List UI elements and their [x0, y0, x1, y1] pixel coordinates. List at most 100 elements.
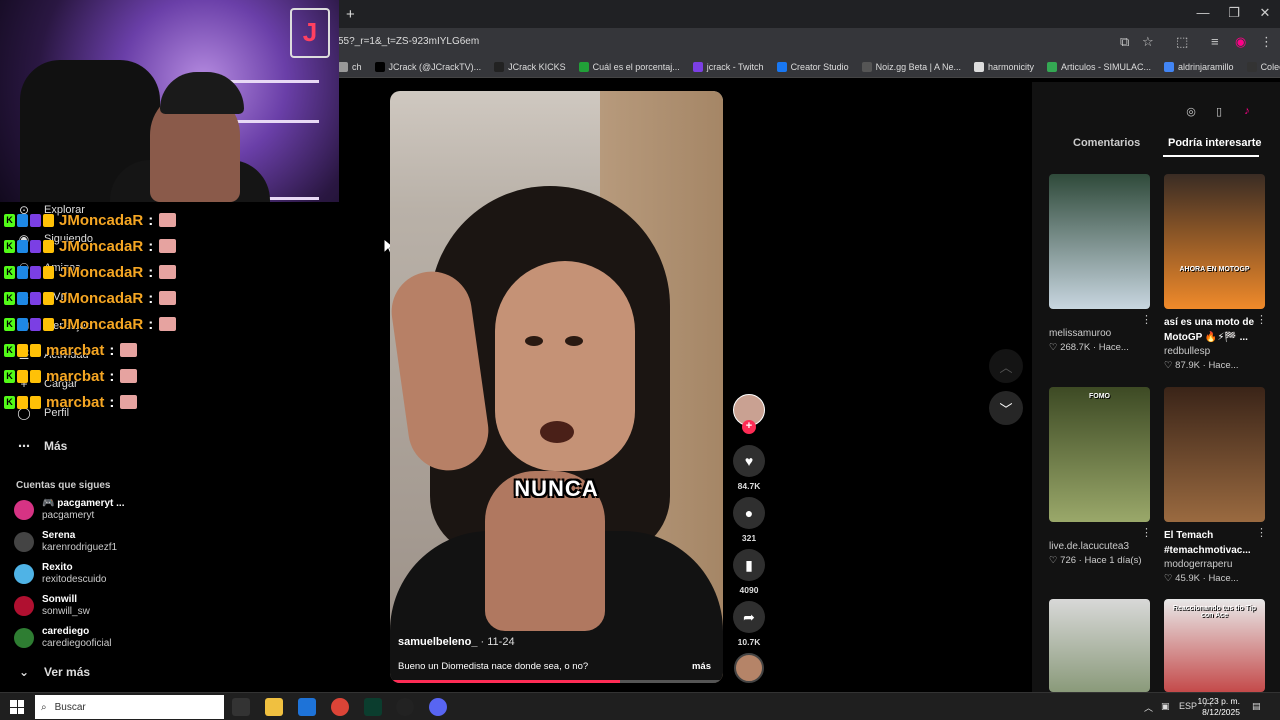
- bookmark-item[interactable]: jcrack - Twitch: [692, 61, 764, 72]
- autoscroll-icon[interactable]: ◎: [1182, 102, 1200, 120]
- recommended-video-thumbnail[interactable]: Reaccionando tus tio Tip con Ace: [1164, 599, 1265, 692]
- see-more-button[interactable]: ⌄ Ver más: [16, 664, 90, 680]
- bookmark-item[interactable]: JCrack (@JCrackTV)...: [374, 61, 481, 72]
- network-icon[interactable]: ▣: [1161, 701, 1170, 712]
- video-player[interactable]: NUNCA samuelbeleno_ · 11-24 Bueno un Dio…: [390, 91, 723, 683]
- language-indicator[interactable]: ESP: [1179, 701, 1197, 711]
- chat-message: Kmarcbat:: [4, 367, 138, 385]
- followed-account[interactable]: 🎮 pacgameryt ... pacgameryt: [14, 498, 124, 522]
- video-time: Hace 1 día(s): [1084, 555, 1142, 566]
- account-text: Serena karenrodriguezf1: [42, 530, 117, 554]
- phone-icon[interactable]: ▯: [1210, 102, 1228, 120]
- avatar[interactable]: [14, 596, 34, 616]
- next-video-button[interactable]: ﹀: [989, 391, 1023, 425]
- recommended-video-thumbnail[interactable]: [1164, 387, 1265, 522]
- tab-recommended[interactable]: Podría interesarte: [1168, 137, 1262, 149]
- restore-button[interactable]: ❐: [1219, 5, 1249, 21]
- taskbar-search[interactable]: ⌕ Buscar: [35, 695, 224, 719]
- like-action[interactable]: ♥ 84.7K: [733, 445, 765, 491]
- minimize-button[interactable]: —: [1188, 5, 1218, 20]
- url-field[interactable]: 55?_r=1&_t=ZS-923mIYLG6em: [338, 36, 479, 47]
- chat-message: K JMoncadaR:: [4, 263, 177, 281]
- vip-badge-icon: [30, 317, 41, 331]
- task-view-icon[interactable]: [232, 698, 250, 716]
- bookmark-star-icon[interactable]: ☆: [1142, 34, 1154, 50]
- media-icon[interactable]: ≡: [1211, 34, 1219, 49]
- bookmark-item[interactable]: Cuál es el porcentaj...: [578, 61, 680, 72]
- outlook-icon[interactable]: [298, 698, 316, 716]
- followed-account[interactable]: carediego carediegooficial: [14, 626, 112, 650]
- bookmark-item[interactable]: Creator Studio: [776, 61, 849, 72]
- emote-icon: [120, 343, 138, 357]
- bookmark-item[interactable]: Articulos - SIMULAC...: [1047, 61, 1151, 72]
- bookmark-item[interactable]: aldrinjaramillo: [1164, 61, 1234, 72]
- file-explorer-icon[interactable]: [265, 698, 283, 716]
- clock[interactable]: 10:23 p. m. 8/12/2025: [1197, 696, 1240, 718]
- avatar[interactable]: [14, 500, 34, 520]
- share-action[interactable]: ➦ 10.7K: [733, 601, 765, 647]
- video-author[interactable]: redbullesp: [1164, 345, 1265, 359]
- tiktok-logo-icon[interactable]: ♪: [1238, 102, 1256, 120]
- comment-icon[interactable]: ●: [733, 497, 765, 529]
- author-name[interactable]: samuelbeleno_: [398, 636, 477, 648]
- obs-icon[interactable]: [396, 698, 414, 716]
- more-button[interactable]: ⋯ Más: [16, 438, 67, 454]
- heart-icon[interactable]: ♥: [733, 445, 765, 477]
- avatar[interactable]: [14, 564, 34, 584]
- bookmark-item[interactable]: ch: [338, 61, 362, 72]
- share-icon[interactable]: ➦: [733, 601, 765, 633]
- more-options-icon[interactable]: ⋮: [1141, 313, 1152, 326]
- video-author[interactable]: samuelbeleno_ · 11-24: [398, 636, 515, 648]
- followed-account[interactable]: Sonwill sonwill_sw: [14, 594, 90, 618]
- bookmark-icon[interactable]: ▮: [733, 549, 765, 581]
- followed-account[interactable]: Serena karenrodriguezf1: [14, 530, 117, 554]
- close-window-button[interactable]: ✕: [1250, 5, 1280, 21]
- more-options-icon[interactable]: ⋮: [1256, 313, 1267, 326]
- followed-account[interactable]: Rexito rexitodescuido: [14, 562, 106, 586]
- video-author[interactable]: melissamuroo: [1049, 327, 1150, 341]
- recommended-video-thumbnail[interactable]: AHORA EN MOTOGP: [1164, 174, 1265, 309]
- app-icon[interactable]: [364, 698, 382, 716]
- more-options-icon[interactable]: ⋮: [1141, 526, 1152, 539]
- share-count: 10.7K: [737, 637, 761, 647]
- recommended-video-meta[interactable]: El Temach #temachmotivac... modogerraperu…: [1164, 528, 1265, 586]
- chrome-icon[interactable]: [331, 698, 349, 716]
- video-author[interactable]: modogerraperu: [1164, 558, 1265, 572]
- sound-avatar[interactable]: [734, 653, 764, 683]
- avatar[interactable]: [14, 532, 34, 552]
- previous-video-button[interactable]: ︿: [989, 349, 1023, 383]
- bookmark-item[interactable]: harmonicity: [973, 61, 1034, 72]
- video-author[interactable]: live.de.lacucutea3: [1049, 540, 1150, 554]
- notifications-icon[interactable]: ▤: [1252, 701, 1261, 712]
- more-description-button[interactable]: más: [692, 661, 711, 672]
- progress-bar[interactable]: [390, 680, 723, 683]
- menu-icon[interactable]: ⋮: [1260, 34, 1273, 50]
- tray-chevron-icon[interactable]: ︿: [1144, 701, 1153, 714]
- new-tab-button[interactable]: +: [346, 6, 355, 23]
- cast-icon[interactable]: ⧉: [1120, 34, 1129, 50]
- chat-separator: :: [109, 367, 115, 385]
- chat-message: K JMoncadaR:: [4, 211, 177, 229]
- extensions-icon[interactable]: ⬚: [1176, 34, 1188, 50]
- recommended-video-thumbnail[interactable]: [1049, 599, 1150, 692]
- profile-icon[interactable]: ◉: [1235, 34, 1246, 50]
- recommended-video-meta[interactable]: live.de.lacucutea3 ♡ 726 · Hace 1 día(s): [1049, 540, 1150, 568]
- tab-comments[interactable]: Comentarios: [1073, 137, 1140, 149]
- chat-message: K JMoncadaR:: [4, 237, 177, 255]
- recommended-video-meta[interactable]: melissamuroo ♡ 268.7K · Hace...: [1049, 327, 1150, 355]
- save-action[interactable]: ▮ 4090: [733, 549, 765, 595]
- bookmark-item[interactable]: JCrack KICKS: [494, 61, 566, 72]
- recommended-video-meta[interactable]: así es una moto de MotoGP 🔥⚡🏁 ... redbull…: [1164, 315, 1265, 373]
- recommended-video-thumbnail[interactable]: FOMO: [1049, 387, 1150, 522]
- comment-action[interactable]: ● 321: [733, 497, 765, 543]
- recommended-video-thumbnail[interactable]: [1049, 174, 1150, 309]
- follow-plus-button[interactable]: +: [742, 420, 756, 434]
- discord-icon[interactable]: [429, 698, 447, 716]
- more-options-icon[interactable]: ⋮: [1256, 526, 1267, 539]
- windows-start-icon[interactable]: [10, 700, 24, 714]
- bookmark-item[interactable]: Noiz.gg Beta | A Ne...: [861, 61, 961, 72]
- avatar[interactable]: [14, 628, 34, 648]
- thumbnail-text: AHORA EN MOTOGP: [1179, 266, 1250, 273]
- bookmark-item[interactable]: Colección de M_blei...: [1246, 61, 1280, 72]
- chat-separator: :: [148, 263, 154, 281]
